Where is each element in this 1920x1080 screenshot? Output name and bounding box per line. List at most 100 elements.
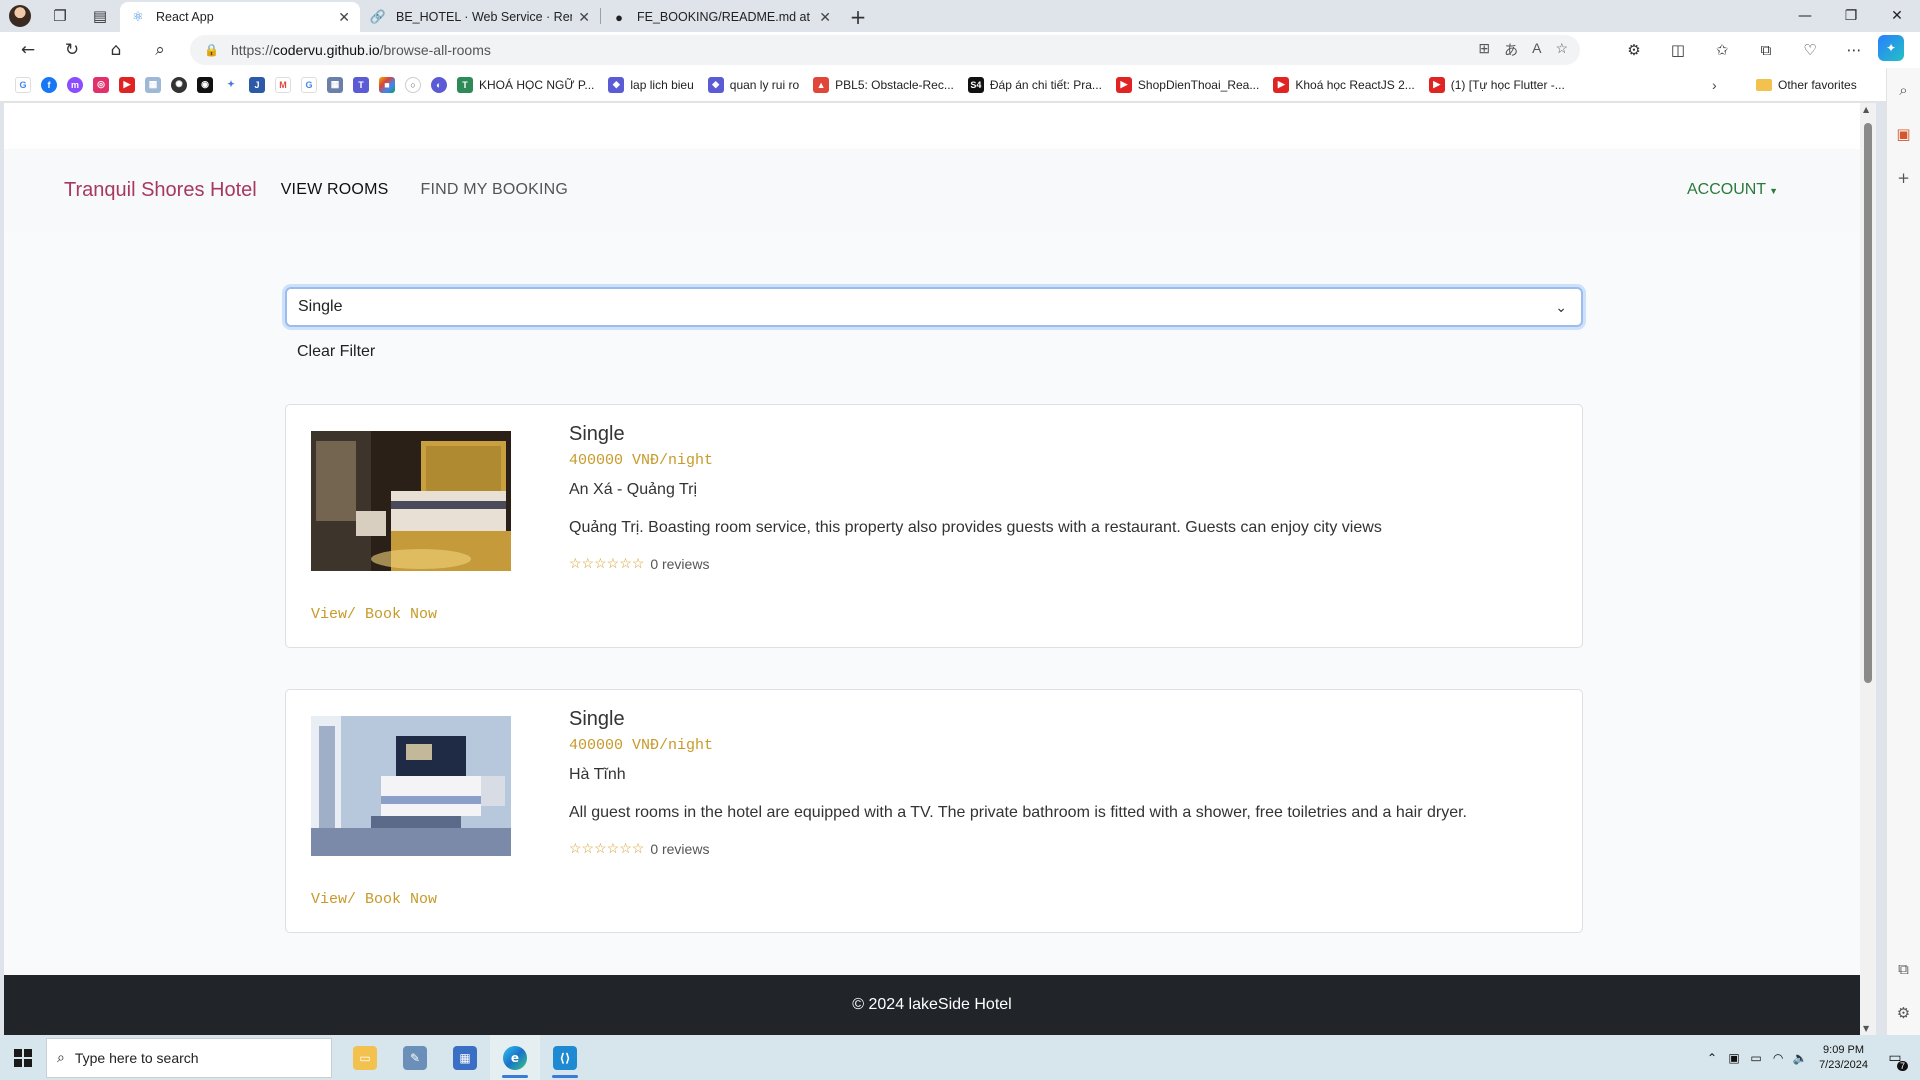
clear-filter-button[interactable]: Clear Filter (297, 343, 375, 361)
scroll-up-icon[interactable]: ▲ (1863, 105, 1869, 114)
close-tab-icon[interactable]: ✕ (578, 9, 590, 26)
vscode-app[interactable]: ⟨⟩ (540, 1035, 590, 1080)
view-book-now-link[interactable]: View/ Book Now (311, 891, 437, 908)
docs-icon[interactable]: ▦ (145, 76, 161, 93)
messenger-icon[interactable]: m (67, 76, 83, 93)
room-image[interactable] (311, 431, 511, 571)
notes-app[interactable]: ✎ (390, 1035, 440, 1080)
bookmark-reactjs[interactable]: ▶ Khoá học ReactJS 2... (1273, 76, 1415, 93)
account-dropdown[interactable]: ACCOUNT ▼ (1687, 181, 1778, 199)
google-search-icon[interactable]: G (301, 76, 317, 93)
instagram-icon[interactable]: ◎ (93, 76, 109, 93)
home-icon[interactable]: ⌂ (94, 32, 138, 68)
restore-icon[interactable]: ❐ (1828, 0, 1874, 32)
toolbar-icons: ⚙ ◫ ✩ ⧉ ♡ ⋯ ✦ (1614, 35, 1904, 65)
room-type-filter-select[interactable]: Single ⌄ (285, 287, 1583, 327)
favorite-star-icon[interactable]: ☆ (1555, 40, 1568, 60)
app-available-icon[interactable]: ⊞ (1478, 40, 1490, 60)
bookmarks-bar: G f m ◎ ▶ ▦ ✺ ◉ ✦ J M G ▦ T ■ ○ ◐ T KHOÁ … (0, 68, 1890, 102)
add-sidebar-icon[interactable]: + (1887, 156, 1920, 200)
chevron-up-icon[interactable]: ⌃ (1701, 1051, 1723, 1065)
page-viewport: Tranquil Shores Hotel VIEW ROOMS FIND MY… (4, 103, 1860, 1035)
device-icon[interactable]: ▣ (1723, 1051, 1745, 1065)
workspaces-icon[interactable]: ❐ (40, 0, 80, 32)
minimize-icon[interactable]: — (1782, 0, 1828, 32)
profile-avatar[interactable] (0, 0, 40, 32)
url-bar[interactable]: 🔒 https:// codervu.github.io /browse-all… (190, 35, 1580, 65)
photos-icon[interactable]: ■ (379, 76, 395, 93)
page-scrollbar[interactable]: ▲ ▼ (1860, 103, 1876, 1035)
bookmark-flutter[interactable]: ▶ (1) [Tự học Flutter -... (1428, 76, 1565, 93)
sidebar-search-icon[interactable]: ⌕ (1887, 68, 1920, 112)
bookmark-label: KHOÁ HỌC NGỮ P... (479, 77, 595, 92)
battery-icon[interactable]: ▭ (1745, 1051, 1767, 1065)
bookmark-shopdienthoai[interactable]: ▶ ShopDienThoai_Rea... (1115, 76, 1260, 93)
collections-icon[interactable]: ⧉ (1746, 35, 1786, 65)
calculator-app[interactable]: ▦ (440, 1035, 490, 1080)
bookmark-label: ShopDienThoai_Rea... (1137, 77, 1260, 92)
youtube-icon[interactable]: ▶ (119, 76, 135, 93)
github-bookmark-icon[interactable]: ○ (405, 76, 421, 93)
sidebar-settings-icon[interactable]: ⚙ (1887, 991, 1920, 1035)
brand-link[interactable]: Tranquil Shores Hotel (64, 179, 257, 202)
split-screen-icon[interactable]: ◫ (1658, 35, 1698, 65)
view-book-now-link[interactable]: View/ Book Now (311, 606, 437, 623)
copilot-icon[interactable]: ✦ (1878, 35, 1904, 61)
edge-app[interactable]: e (490, 1035, 540, 1080)
chevron-down-icon: ⌄ (1555, 299, 1567, 315)
refresh-icon[interactable]: ↻ (50, 32, 94, 68)
favorites-icon[interactable]: ✩ (1702, 35, 1742, 65)
scrollbar-thumb[interactable] (1864, 123, 1872, 683)
jira-icon[interactable]: J (249, 76, 265, 93)
calendar-icon[interactable]: ▦ (327, 76, 343, 93)
bookmark-lap-lich-bieu[interactable]: ◆ lap lich bieu (608, 76, 694, 93)
tools-icon[interactable]: ▣ (1887, 112, 1920, 156)
file-explorer-app[interactable]: ▭ (340, 1035, 390, 1080)
bookmark-pbl5[interactable]: ▲ PBL5: Obstacle-Rec... (813, 76, 954, 93)
more-bookmarks-chevron-icon[interactable]: › (1712, 77, 1717, 93)
gemini-icon[interactable]: ✦ (223, 76, 239, 93)
bookmark-icon: ◆ (608, 76, 625, 93)
wifi-icon[interactable]: ◠ (1767, 1051, 1789, 1065)
teams-icon[interactable]: T (353, 76, 369, 93)
browser-essentials-icon[interactable]: ♡ (1790, 35, 1830, 65)
close-tab-icon[interactable]: ✕ (338, 9, 350, 26)
search-icon[interactable]: ⌕ (138, 32, 182, 68)
read-aloud-icon[interactable]: A (1532, 40, 1541, 60)
extensions-icon[interactable]: ⚙ (1614, 35, 1654, 65)
bookmark-quan-ly-rui-ro[interactable]: ◆ quan ly rui ro (707, 76, 799, 93)
screenshot-icon[interactable]: ⧉ (1887, 947, 1920, 991)
clock-time: 9:09 PM (1823, 1043, 1865, 1056)
bookmark-khoa-hoc-ngu-phap[interactable]: T KHOÁ HỌC NGỮ P... (457, 76, 595, 93)
other-favorites-folder[interactable]: Other favorites (1756, 78, 1857, 92)
tab-actions-icon[interactable]: ▤ (80, 0, 120, 32)
taskbar-search-input[interactable]: ⌕ Type here to search (46, 1037, 332, 1078)
address-toolbar: ← ↻ ⌂ ⌕ 🔒 https:// codervu.github.io /br… (0, 32, 1920, 68)
volume-icon[interactable]: 🔈 (1789, 1051, 1811, 1065)
more-options-icon[interactable]: ⋯ (1834, 35, 1874, 65)
notification-center-icon[interactable]: ▭ 7 (1880, 1043, 1910, 1073)
room-image[interactable] (311, 716, 511, 856)
scroll-down-icon[interactable]: ▼ (1863, 1024, 1869, 1033)
nav-find-booking[interactable]: FIND MY BOOKING (420, 181, 568, 199)
back-icon[interactable]: ← (6, 32, 50, 68)
google-icon[interactable]: G (15, 76, 31, 93)
bookmark-dap-an[interactable]: S4 Đáp án chi tiết: Pra... (967, 76, 1102, 93)
tab-github[interactable]: ● FE_BOOKING/README.md at dev ✕ (601, 2, 841, 32)
tab-react-app[interactable]: ⚛ React App ✕ (120, 2, 360, 32)
close-tab-icon[interactable]: ✕ (819, 9, 831, 26)
clock[interactable]: 9:09 PM 7/23/2024 (1819, 1043, 1868, 1073)
chatgpt-icon[interactable]: ✺ (171, 76, 187, 93)
start-button[interactable] (0, 1035, 46, 1080)
translate-icon[interactable]: あ (1504, 40, 1518, 60)
react-icon: ⚛ (132, 9, 144, 24)
messenger-alt-icon[interactable]: ◐ (431, 76, 447, 93)
nav-view-rooms[interactable]: VIEW ROOMS (281, 181, 389, 199)
facebook-icon[interactable]: f (41, 76, 57, 93)
gmail-icon[interactable]: M (275, 76, 291, 93)
bookmark-icon: S4 (967, 76, 984, 93)
new-tab-button[interactable]: + (841, 2, 875, 32)
close-window-icon[interactable]: ✕ (1874, 0, 1920, 32)
discord-icon[interactable]: ◉ (197, 76, 213, 93)
tab-render[interactable]: 🔗 BE_HOTEL · Web Service · Render ✕ (360, 2, 600, 32)
